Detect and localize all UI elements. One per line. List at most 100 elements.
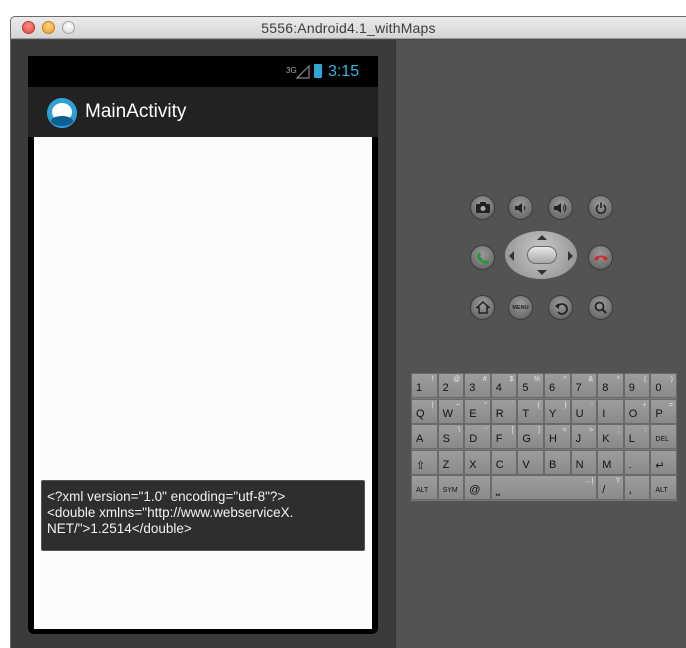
key-label: U	[575, 407, 584, 420]
back-button[interactable]	[548, 295, 573, 320]
key-p[interactable]: P =	[650, 398, 677, 424]
key-l[interactable]: L:	[623, 424, 651, 450]
key-a[interactable]: A	[411, 424, 438, 450]
dpad[interactable]	[504, 230, 578, 280]
key-d[interactable]: D '	[464, 424, 491, 450]
key-b[interactable]: B	[544, 449, 571, 475]
dpad-left-icon[interactable]	[509, 251, 514, 261]
key-t[interactable]: T{	[517, 398, 544, 424]
key-v[interactable]: V	[517, 449, 544, 475]
key-q[interactable]: Q |	[411, 398, 438, 424]
key-3-8[interactable]: .	[623, 449, 651, 475]
key-u[interactable]: U-	[570, 398, 598, 424]
key-alt-label: =	[668, 401, 673, 409]
key-4-5[interactable]: ,	[623, 475, 651, 501]
toast-text: <?xml version="1.0" encoding="utf-8"?> <…	[47, 489, 294, 536]
key-r[interactable]: R `	[490, 398, 518, 424]
app-launcher-icon[interactable]	[47, 98, 77, 128]
key-alt-label: :	[644, 427, 647, 435]
activity-content[interactable]	[34, 137, 372, 629]
power-icon	[595, 202, 607, 214]
key-w[interactable]: W ~	[437, 398, 465, 424]
keyboard-row2: Q | W ~ E " R ` T{Y} U - I O + P =	[411, 398, 677, 424]
home-button[interactable]	[470, 295, 495, 320]
key-label: /	[602, 484, 606, 497]
key-4[interactable]: 4 $	[490, 373, 518, 398]
search-button[interactable]	[588, 295, 613, 320]
key-g[interactable]: G]	[517, 424, 544, 450]
key-alt-label: ^	[563, 376, 567, 383]
key-5[interactable]: 5%	[517, 373, 544, 398]
key-alt-label: }	[564, 401, 567, 409]
window-title: 5556:Android4.1_withMaps	[261, 20, 436, 36]
key-4-6[interactable]: ALT	[650, 475, 677, 501]
key-3[interactable]: 3 #	[464, 373, 491, 398]
key-6[interactable]: 6 ^	[544, 373, 571, 398]
key-y[interactable]: Y}	[544, 398, 571, 424]
end-call-button[interactable]	[588, 245, 613, 270]
key-alt-label: ~	[456, 401, 461, 409]
keyboard-row3: A S \ D ' F[G] H < J > K; L: DEL	[411, 424, 677, 450]
menu-button[interactable]: MENU	[508, 295, 533, 320]
key-i[interactable]: I	[597, 398, 624, 424]
camera-button[interactable]	[470, 195, 495, 220]
key-e[interactable]: E "	[464, 398, 491, 424]
key-label: ALT	[416, 487, 429, 495]
key-label: @	[469, 484, 481, 497]
key-n[interactable]: N	[570, 449, 598, 475]
key-4-0[interactable]: ALT	[411, 475, 438, 501]
key-label: L	[628, 433, 635, 446]
activity-title: MainActivity	[85, 101, 187, 122]
key-label: I	[602, 407, 606, 420]
key-z[interactable]: Z	[437, 449, 465, 475]
key-j[interactable]: J >	[570, 424, 598, 450]
key-label: Q	[416, 407, 425, 420]
key-m[interactable]: M	[597, 449, 624, 475]
call-button[interactable]	[470, 245, 495, 270]
key-o[interactable]: O +	[623, 398, 651, 424]
volume-down-button[interactable]	[508, 195, 533, 220]
hardware-controls-pane: MENU 1! 2 @3 #4 $5% 6 ^ 7 & 8 * 9(0) Q | W ~ E " R ` T{Y} U - I…	[395, 40, 686, 648]
key-4-1[interactable]: SYM	[437, 475, 465, 501]
key-c[interactable]: C	[490, 449, 518, 475]
key-k[interactable]: K;	[597, 424, 624, 450]
volume-up-button[interactable]	[548, 195, 573, 220]
key-9[interactable]: 9(	[623, 373, 651, 398]
key-alt-label: \	[458, 427, 461, 435]
key-label: N	[575, 458, 584, 471]
dpad-down-icon[interactable]	[537, 270, 547, 275]
key-alt-label: &	[588, 376, 594, 383]
dpad-up-icon[interactable]	[537, 235, 547, 240]
key-2-9[interactable]: DEL	[650, 424, 677, 450]
key-label: ⎵	[495, 484, 501, 497]
key-4-4[interactable]: /?	[597, 475, 624, 501]
dpad-right-icon[interactable]	[568, 251, 573, 261]
key-label: Z	[442, 458, 450, 471]
key-2[interactable]: 2 @	[437, 373, 465, 398]
key-alt-label: >	[589, 427, 594, 435]
key-3-9[interactable]: ↵	[650, 449, 677, 475]
key-label: ,	[628, 484, 632, 497]
key-4-3[interactable]: ⎵ →|	[490, 475, 598, 501]
key-8[interactable]: 8 *	[597, 373, 624, 398]
key-4-2[interactable]: @	[464, 475, 491, 501]
key-3-0[interactable]: ⇧	[411, 449, 438, 475]
key-x[interactable]: X	[464, 449, 491, 475]
title-bar[interactable]: 5556:Android4.1_withMaps	[11, 17, 686, 39]
key-label: SYM	[442, 487, 458, 495]
key-7[interactable]: 7 &	[570, 373, 598, 398]
key-label: B	[549, 458, 557, 471]
key-alt-label: `	[511, 401, 514, 409]
battery-charging-icon	[314, 64, 322, 78]
key-f[interactable]: F[	[490, 424, 518, 450]
power-button[interactable]	[588, 195, 613, 220]
key-h[interactable]: H <	[544, 424, 571, 450]
key-1[interactable]: 1!	[411, 373, 438, 398]
key-label: M	[602, 458, 612, 471]
key-0[interactable]: 0)	[650, 373, 677, 398]
key-label: 6	[549, 382, 556, 394]
device-screen[interactable]: 3G 3:15 MainActivity <?xml version="1.0"…	[28, 56, 378, 634]
key-s[interactable]: S \	[437, 424, 465, 450]
dpad-center-button[interactable]	[527, 246, 557, 264]
key-label: 7	[575, 382, 582, 394]
